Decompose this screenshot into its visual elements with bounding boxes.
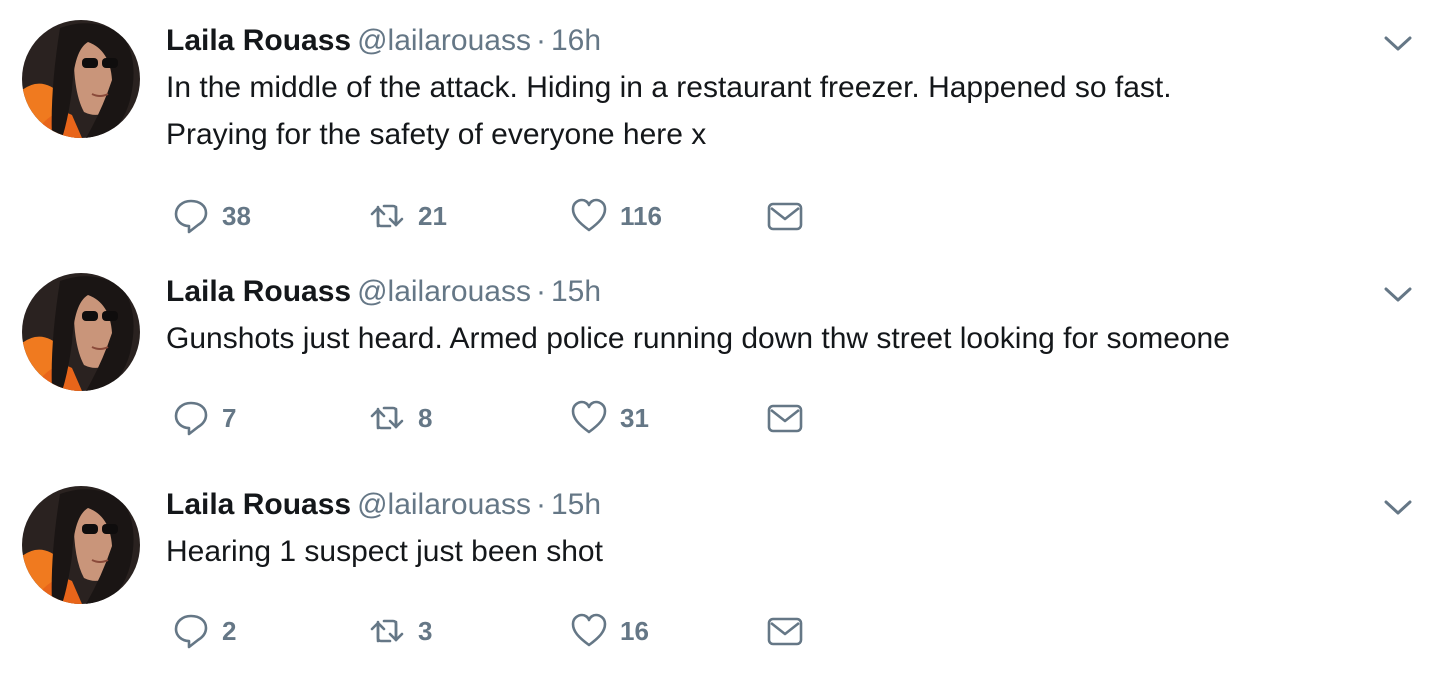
user-handle[interactable]: @lailarouass [357, 275, 531, 308]
display-name[interactable]: Laila Rouass [166, 24, 351, 57]
reply-button[interactable]: 38 [172, 196, 251, 236]
chevron-down-icon[interactable] [1380, 281, 1416, 309]
reply-icon [174, 199, 208, 234]
reply-count: 38 [222, 200, 251, 231]
tweet-header: Laila Rouass @lailarouass · 16h [166, 20, 601, 62]
retweet-button[interactable]: 21 [368, 196, 447, 236]
reply-button[interactable]: 2 [172, 611, 236, 651]
like-count: 16 [620, 615, 649, 646]
retweet-button[interactable]: 8 [368, 398, 432, 438]
heart-icon [571, 400, 607, 434]
user-handle[interactable]: @lailarouass [357, 24, 531, 57]
retweet-count: 21 [418, 200, 447, 231]
dm-button[interactable] [766, 611, 804, 651]
like-button[interactable]: 116 [570, 196, 662, 236]
user-handle[interactable]: @lailarouass [357, 488, 531, 521]
retweet-icon [370, 406, 404, 430]
timestamp[interactable]: 15h [551, 488, 601, 521]
avatar-image [22, 486, 140, 604]
avatar[interactable] [22, 486, 140, 604]
retweet-count: 8 [418, 402, 433, 433]
reply-button[interactable]: 7 [172, 398, 236, 438]
tweet-text: Gunshots just heard. Armed police runnin… [166, 322, 1230, 355]
like-button[interactable]: 16 [570, 611, 649, 651]
chevron-down-icon[interactable] [1380, 30, 1416, 58]
chevron-down-icon[interactable] [1380, 494, 1416, 522]
avatar[interactable] [22, 20, 140, 138]
avatar-image [22, 273, 140, 391]
separator-dot: · [535, 24, 546, 57]
like-button[interactable]: 31 [570, 398, 649, 438]
tweet-text: In the middle of the attack. Hiding in a… [166, 71, 1172, 151]
retweet-icon [370, 204, 404, 228]
retweet-count: 3 [418, 615, 433, 646]
reply-icon [174, 614, 208, 649]
reply-count: 7 [222, 402, 237, 433]
retweet-icon [370, 619, 404, 643]
tweet-actions: 38 21 116 [172, 196, 872, 236]
like-count: 31 [620, 402, 649, 433]
avatar-image [22, 20, 140, 138]
envelope-icon [767, 617, 803, 646]
heart-icon [571, 198, 607, 232]
tweet-header: Laila Rouass @lailarouass · 15h [166, 271, 601, 313]
heart-icon [571, 613, 607, 647]
envelope-icon [767, 404, 803, 433]
tweet-actions: 7 8 31 [172, 398, 872, 438]
separator-dot: · [535, 275, 546, 308]
reply-icon [174, 401, 208, 436]
tweet-text: Hearing 1 suspect just been shot [166, 535, 603, 568]
separator-dot: · [535, 488, 546, 521]
dm-button[interactable] [766, 398, 804, 438]
display-name[interactable]: Laila Rouass [166, 488, 351, 521]
like-count: 116 [620, 200, 662, 231]
envelope-icon [767, 202, 803, 231]
retweet-button[interactable]: 3 [368, 611, 432, 651]
tweet-header: Laila Rouass @lailarouass · 15h [166, 484, 601, 526]
display-name[interactable]: Laila Rouass [166, 275, 351, 308]
avatar[interactable] [22, 273, 140, 391]
timestamp[interactable]: 16h [551, 24, 601, 57]
dm-button[interactable] [766, 196, 804, 236]
timestamp[interactable]: 15h [551, 275, 601, 308]
tweet-actions: 2 3 16 [172, 611, 872, 651]
reply-count: 2 [222, 615, 237, 646]
